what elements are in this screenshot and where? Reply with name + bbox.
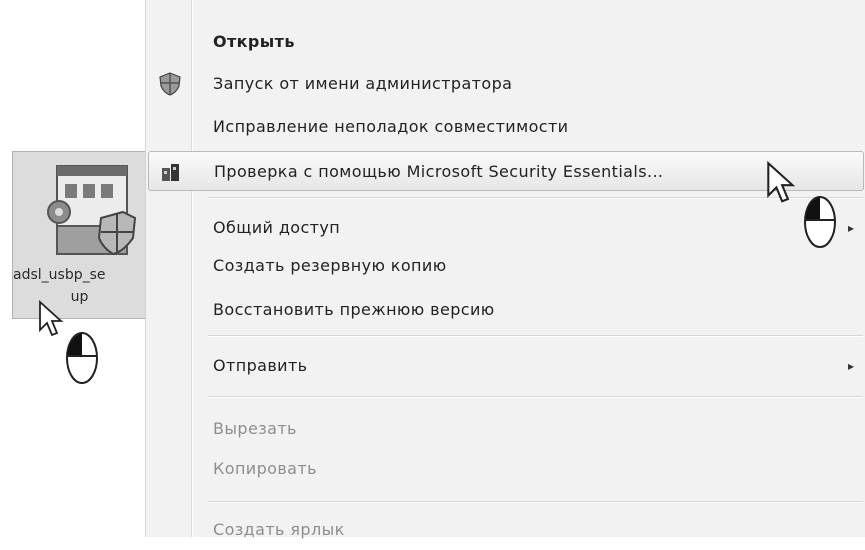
mouse-left-click-icon — [66, 332, 98, 384]
arrow-cursor — [39, 300, 64, 337]
menu-item-cut[interactable]: Вырезать — [146, 409, 865, 449]
desktop-file-adsl-usbp-setup[interactable]: adsl_usbp_se up — [12, 151, 147, 319]
menu-separator — [208, 197, 863, 199]
submenu-arrow-icon: ▸ — [847, 221, 854, 235]
menu-item-create-shortcut[interactable]: Создать ярлык — [146, 510, 865, 550]
submenu-arrow-icon: ▸ — [847, 359, 854, 373]
menu-separator — [208, 335, 863, 337]
menu-separator — [208, 396, 863, 398]
mouse-left-click-icon — [804, 196, 836, 248]
file-name-line1: adsl_usbp_se — [13, 267, 106, 283]
menu-item-troubleshoot-compatibility[interactable]: Исправление неполадок совместимости — [146, 107, 865, 147]
menu-item-open[interactable]: Открыть — [146, 22, 865, 62]
security-essentials-icon — [162, 164, 179, 181]
file-name-line2: up — [70, 289, 89, 305]
context-menu: Открыть Запуск от имени администратора И… — [145, 0, 865, 539]
menu-item-create-backup[interactable]: Создать резервную копию — [146, 246, 865, 286]
setup-program-icon — [47, 165, 137, 256]
menu-item-copy[interactable]: Копировать — [146, 449, 865, 489]
file-name: adsl_usbp_se up — [13, 264, 146, 308]
menu-item-restore-previous-version[interactable]: Восстановить прежнюю версию — [146, 290, 865, 330]
arrow-cursor — [767, 160, 796, 203]
shield-icon — [159, 72, 181, 96]
menu-item-scan-security-essentials[interactable]: Проверка с помощью Microsoft Security Es… — [148, 151, 864, 191]
menu-item-send-to[interactable]: Отправить ▸ — [146, 346, 865, 386]
menu-separator — [208, 501, 863, 503]
menu-item-run-as-admin[interactable]: Запуск от имени администратора — [146, 64, 865, 104]
menu-item-share[interactable]: Общий доступ ▸ — [146, 208, 865, 248]
